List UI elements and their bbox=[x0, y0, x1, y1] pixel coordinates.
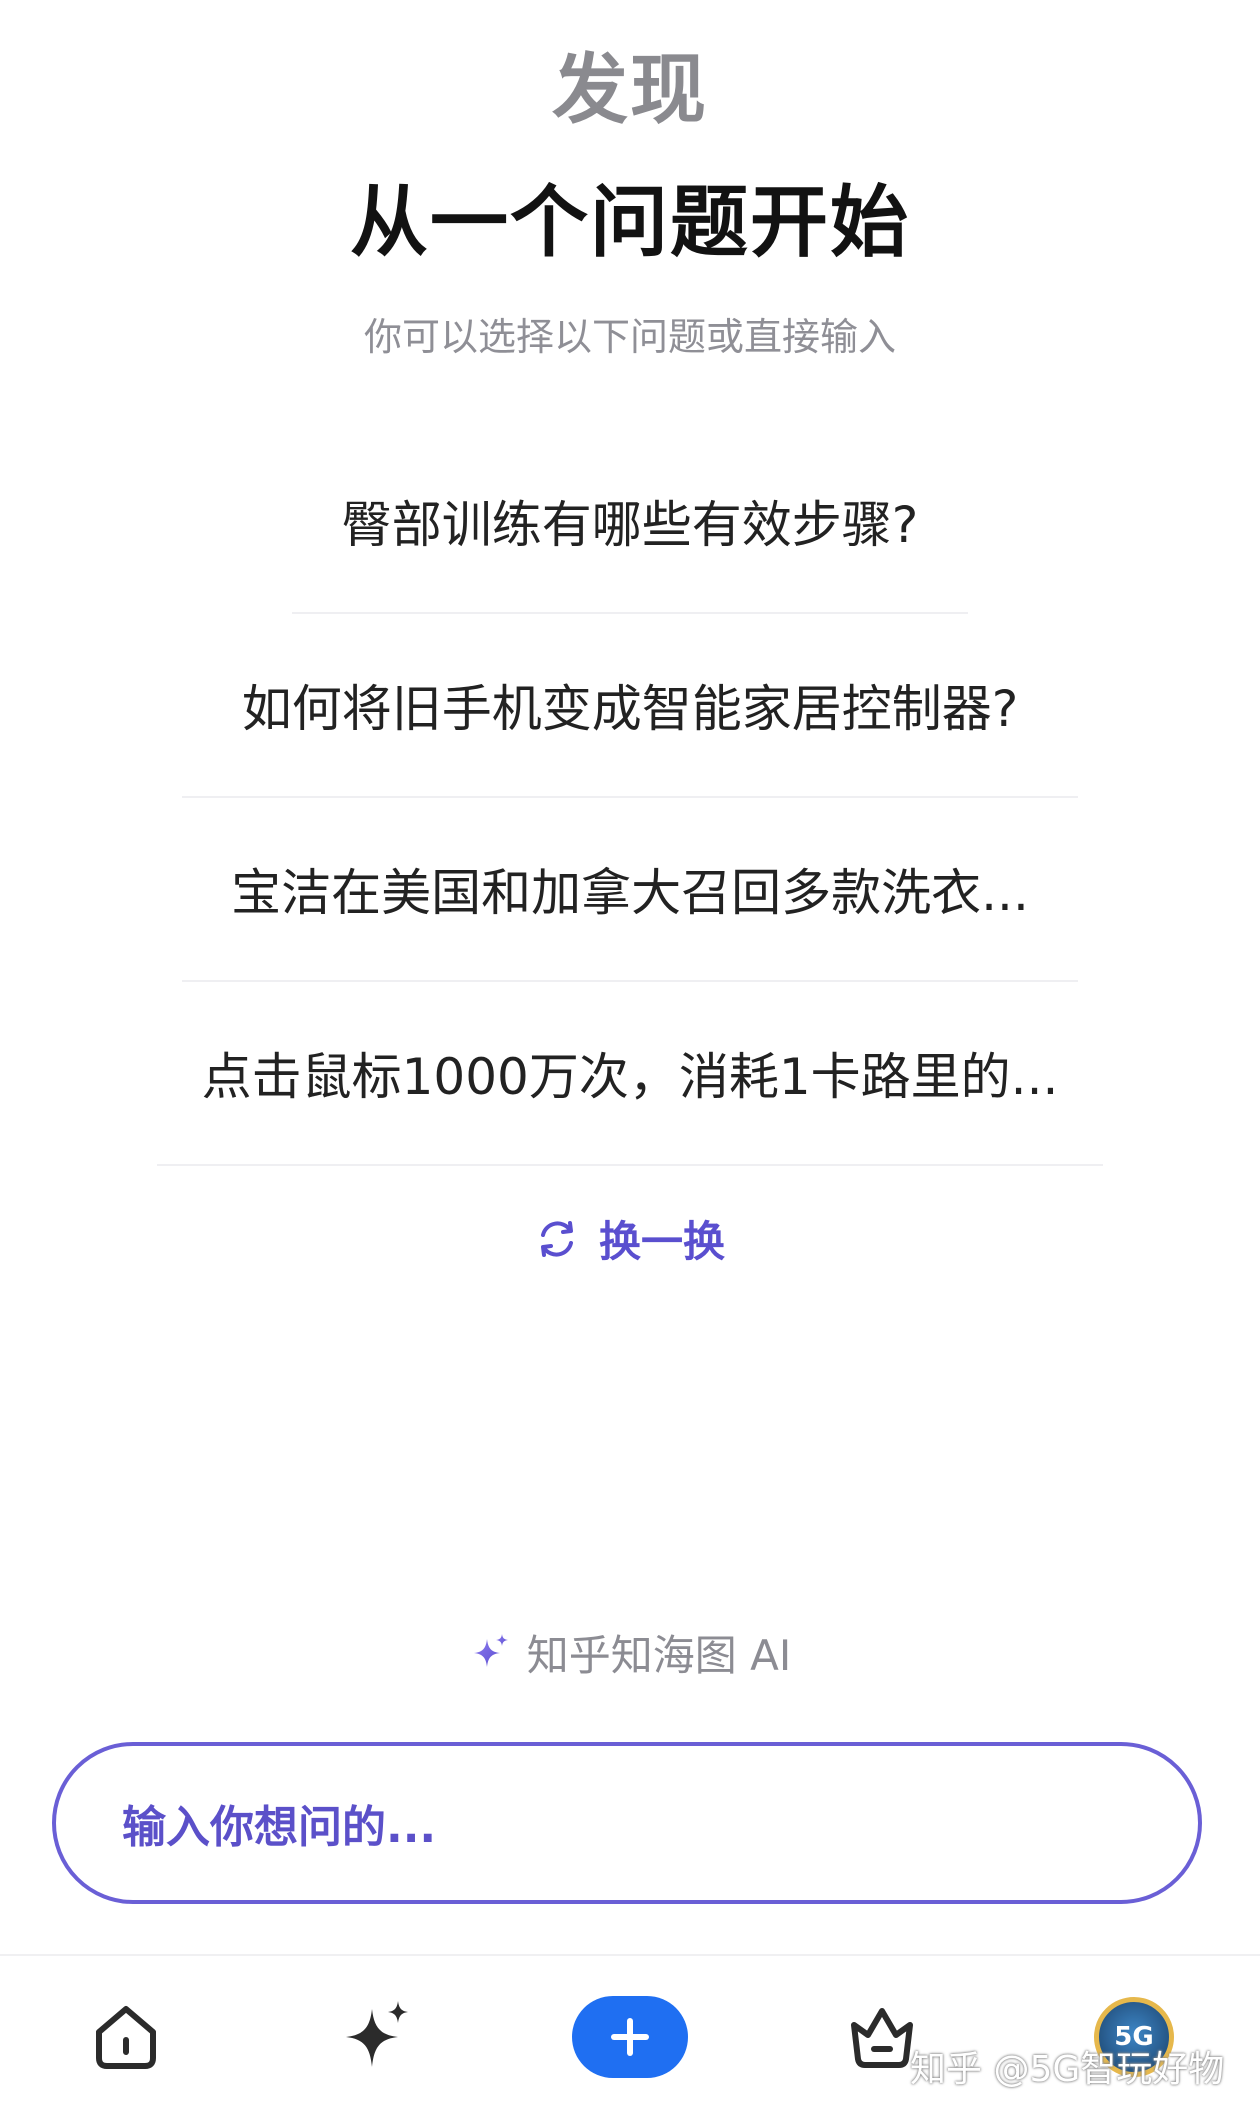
create-button[interactable] bbox=[572, 1996, 688, 2078]
ask-input[interactable]: 输入你想问的... bbox=[52, 1742, 1202, 1904]
refresh-icon bbox=[540, 1220, 573, 1257]
suggested-question-text: 点击鼠标1000万次，消耗1卡路里的... bbox=[201, 1048, 1059, 1106]
suggested-question[interactable]: 如何将旧手机变成智能家居控制器? bbox=[0, 614, 1260, 796]
bottom-tab-bar: 5G bbox=[0, 1954, 1260, 2118]
refresh-button[interactable]: 换一换 bbox=[0, 1208, 1260, 1269]
suggested-question[interactable]: 臀部训练有哪些有效步骤? bbox=[0, 430, 1260, 612]
basket-icon bbox=[851, 2008, 913, 2068]
sparkle-icon bbox=[473, 1633, 508, 1667]
divider bbox=[157, 1164, 1103, 1166]
suggested-questions-list: 臀部训练有哪些有效步骤? 如何将旧手机变成智能家居控制器? 宝洁在美国和加拿大召… bbox=[0, 430, 1260, 1166]
sparkle-icon bbox=[346, 2001, 408, 2067]
page-title: 发现 bbox=[552, 45, 708, 134]
suggested-question-text: 宝洁在美国和加拿大召回多款洗衣... bbox=[231, 864, 1029, 922]
brand-label: 知乎知海图 AI bbox=[526, 1631, 792, 1680]
plus-icon bbox=[611, 2018, 649, 2056]
tab-ai[interactable] bbox=[318, 1956, 438, 2118]
watermark: 知乎 @5G智玩好物 bbox=[910, 2049, 1225, 2090]
brand-footer: 知乎知海图 AI bbox=[0, 1622, 1260, 1683]
suggested-question[interactable]: 宝洁在美国和加拿大召回多款洗衣... bbox=[0, 798, 1260, 980]
tab-shop[interactable] bbox=[822, 1956, 942, 2118]
tab-home[interactable] bbox=[66, 1956, 186, 2118]
suggested-question[interactable]: 点击鼠标1000万次，消耗1卡路里的... bbox=[0, 982, 1260, 1164]
refresh-label: 换一换 bbox=[598, 1217, 725, 1266]
suggested-question-text: 臀部训练有哪些有效步骤? bbox=[341, 496, 919, 554]
headline: 从一个问题开始 bbox=[345, 160, 915, 278]
subtitle: 你可以选择以下问题或直接输入 bbox=[363, 315, 896, 359]
home-icon bbox=[96, 2006, 156, 2069]
tab-profile[interactable]: 5G bbox=[1074, 1956, 1194, 2118]
ask-input-placeholder: 输入你想问的... bbox=[122, 1802, 437, 1853]
tab-create[interactable] bbox=[570, 1956, 690, 2118]
suggested-question-text: 如何将旧手机变成智能家居控制器? bbox=[241, 680, 1019, 738]
